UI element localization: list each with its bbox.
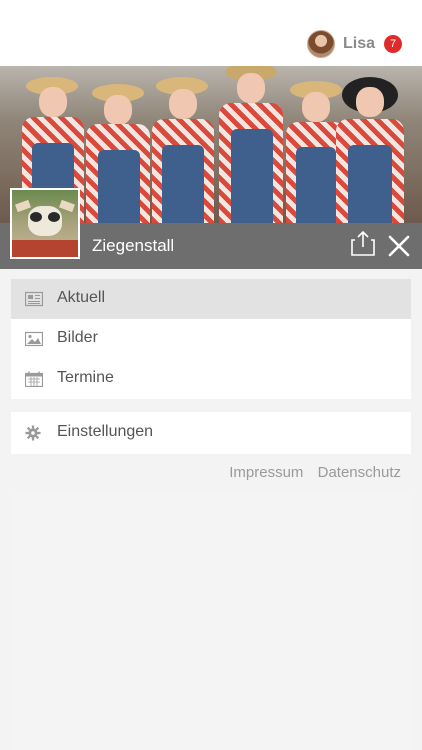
impressum-link[interactable]: Impressum [229,464,303,481]
newspaper-icon [25,291,43,307]
menu-item-bilder[interactable]: Bilder [11,319,411,359]
content-area [11,493,411,750]
share-icon[interactable] [351,230,375,256]
top-bar: Lisa 7 [0,0,422,66]
avatar[interactable] [306,30,335,58]
cover-person [330,73,410,223]
image-icon [25,331,43,347]
menu-item-label: Einstellungen [57,423,154,440]
cover-person [148,75,218,223]
menu-item-label: Aktuell [57,289,106,306]
calendar-icon [25,371,43,387]
menu-item-einstellungen[interactable]: Einstellungen [11,412,411,454]
notification-badge[interactable]: 7 [384,35,402,53]
group-name: Ziegenstall [92,236,175,255]
username[interactable]: Lisa [343,35,375,53]
main-menu: Aktuell Bilder Termine [11,279,411,399]
datenschutz-link[interactable]: Datenschutz [318,464,401,481]
menu-item-aktuell[interactable]: Aktuell [11,279,411,319]
menu-item-termine[interactable]: Termine [11,359,411,399]
cover-person [215,66,287,223]
group-thumbnail[interactable] [10,188,80,259]
menu-item-label: Bilder [57,329,98,346]
user-profile[interactable]: Lisa 7 [306,30,402,58]
cover-person [82,78,154,223]
gear-icon [25,425,41,441]
close-icon[interactable] [388,235,410,257]
settings-menu: Einstellungen [11,412,411,454]
footer-links: Impressum Datenschutz [219,464,401,481]
menu-item-label: Termine [57,369,114,386]
